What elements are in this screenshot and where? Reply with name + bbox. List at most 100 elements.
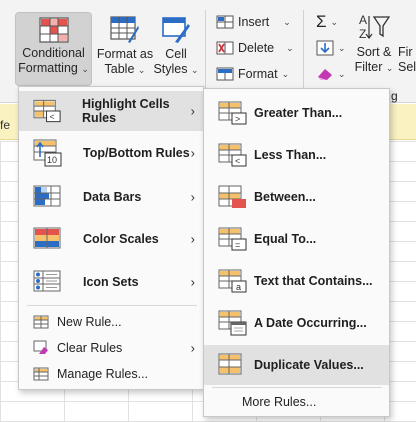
icon-sets-icon (33, 270, 61, 292)
svg-text:<: < (49, 112, 54, 122)
chevron-right-icon: › (190, 231, 195, 247)
less-than-item[interactable]: < Less Than... (204, 135, 389, 175)
format-button[interactable]: Format ⌄ (216, 66, 289, 82)
equal-to-item[interactable]: = Equal To... (204, 219, 389, 259)
menu-separator (212, 387, 382, 388)
duplicate-values-item[interactable]: Duplicate Values... (204, 345, 389, 385)
greater-than-label: Greater Than... (254, 106, 343, 120)
delete-cells-icon (216, 41, 234, 55)
format-cells-icon (216, 67, 234, 81)
top-bottom-icon: 10 (33, 139, 62, 167)
equal-to-label: Equal To... (254, 232, 317, 246)
conditional-formatting-button[interactable]: Conditional Formatting ⌄ (15, 12, 92, 86)
insert-label: Insert (238, 15, 270, 29)
highlight-cells-rules-item[interactable]: < Highlight Cells Rules › (19, 91, 203, 131)
date-occurring-label: A Date Occurring... (254, 316, 367, 330)
cell-styles-label-2: Styles (153, 62, 188, 76)
chevron-right-icon: › (190, 340, 195, 356)
equal-to-icon: = (218, 227, 247, 251)
icon-sets-label: Icon Sets (83, 275, 139, 289)
chevron-down-icon: ⌄ (283, 16, 291, 27)
text-contains-label: Text that Contains... (254, 274, 373, 288)
data-bars-icon (33, 185, 61, 207)
svg-text:>: > (235, 114, 240, 124)
chevron-right-icon: › (190, 103, 195, 119)
manage-rules-label: Manage Rules... (57, 367, 149, 381)
chevron-down-icon: ⌄ (338, 68, 346, 79)
format-as-table-button[interactable]: Format as Table ⌄ (95, 12, 155, 86)
new-rule-item[interactable]: New Rule... (19, 309, 203, 335)
clear-rules-label: Clear Rules (57, 341, 123, 355)
color-scales-label: Color Scales (83, 232, 159, 246)
chevron-down-icon: ⌄ (330, 16, 339, 27)
insert-button[interactable]: Insert ⌄ (216, 14, 291, 30)
delete-label: Delete (238, 41, 275, 55)
top-bottom-rules-item[interactable]: 10 Top/Bottom Rules › (19, 133, 203, 173)
chevron-down-icon: ⌄ (286, 42, 294, 53)
highlight-cells-rules-submenu: > Greater Than... < Less Than... Between… (203, 88, 390, 417)
fill-down-icon (316, 40, 334, 56)
find-select-button[interactable]: Fir Sel (398, 12, 416, 86)
new-rule-icon (33, 315, 49, 329)
more-rules-item[interactable]: More Rules... (204, 389, 389, 415)
conditional-formatting-menu: < Highlight Cells Rules › 10 Top/Bottom … (18, 86, 204, 390)
format-as-table-icon (110, 16, 139, 43)
svg-text:a: a (236, 282, 241, 292)
duplicate-values-label: Duplicate Values... (254, 358, 364, 372)
less-than-label: Less Than... (254, 148, 327, 162)
date-occurring-item[interactable]: A Date Occurring... (204, 303, 389, 343)
highlight-cells-icon: < (33, 99, 61, 123)
cell-styles-label-1: Cell (165, 47, 187, 61)
less-than-icon: < (218, 143, 247, 167)
color-scales-item[interactable]: Color Scales › (19, 219, 203, 259)
manage-rules-item[interactable]: Manage Rules... (19, 361, 203, 387)
top-bottom-rules-label: Top/Bottom Rules (83, 146, 190, 160)
sort-filter-button[interactable]: A Z Sort & Filter ⌄ (354, 12, 394, 86)
svg-text:<: < (235, 156, 240, 166)
chevron-down-icon: ⌄ (338, 42, 346, 53)
sort-filter-label-1: Sort & (356, 45, 392, 59)
cell-styles-icon (162, 17, 190, 43)
insert-cells-icon (216, 15, 234, 29)
icon-sets-item[interactable]: Icon Sets › (19, 262, 203, 302)
format-label: Format (238, 67, 278, 81)
between-icon (218, 185, 246, 208)
chevron-down-icon: ⌄ (81, 64, 89, 74)
find-select-label-2: Sel (398, 60, 416, 74)
greater-than-icon: > (218, 101, 247, 125)
format-as-table-label-2: Table (104, 62, 135, 76)
svg-text:10: 10 (47, 155, 57, 165)
chevron-right-icon: › (190, 274, 195, 290)
chevron-right-icon: › (190, 145, 195, 161)
data-bars-item[interactable]: Data Bars › (19, 177, 203, 217)
chevron-down-icon: ⌄ (190, 65, 199, 75)
autosum-button[interactable]: Σ ⌄ (316, 12, 338, 32)
svg-text:A: A (359, 13, 367, 27)
eraser-icon (318, 69, 332, 80)
conditional-formatting-label-1: Conditional (22, 46, 85, 60)
fill-button[interactable]: ⌄ (316, 40, 346, 56)
ribbon-divider (205, 10, 206, 88)
clear-rules-item[interactable]: Clear Rules › (19, 335, 203, 361)
conditional-formatting-icon (38, 17, 69, 43)
menu-separator (27, 305, 197, 306)
chevron-down-icon: ⌄ (281, 68, 290, 79)
between-label: Between... (254, 190, 316, 204)
highlight-cells-rules-label: Highlight Cells Rules (82, 97, 170, 125)
sort-filter-label-2: Filter (354, 60, 383, 74)
text-contains-icon: a (218, 269, 247, 293)
between-item[interactable]: Between... (204, 177, 389, 217)
greater-than-item[interactable]: > Greater Than... (204, 93, 389, 133)
svg-text:=: = (235, 240, 240, 250)
duplicate-values-icon (218, 353, 242, 375)
ribbon-group-label: g (391, 89, 398, 103)
delete-button[interactable]: Delete ⌄ (216, 40, 294, 56)
more-rules-label: More Rules... (242, 395, 317, 409)
chevron-right-icon: › (190, 189, 195, 205)
warning-text: fe (0, 118, 11, 132)
text-contains-item[interactable]: a Text that Contains... (204, 261, 389, 301)
format-as-table-label-1: Format as (96, 47, 154, 61)
cell-styles-button[interactable]: Cell Styles ⌄ (152, 12, 200, 86)
clear-button[interactable]: ⌄ (316, 66, 346, 82)
clear-rules-icon (33, 340, 48, 354)
